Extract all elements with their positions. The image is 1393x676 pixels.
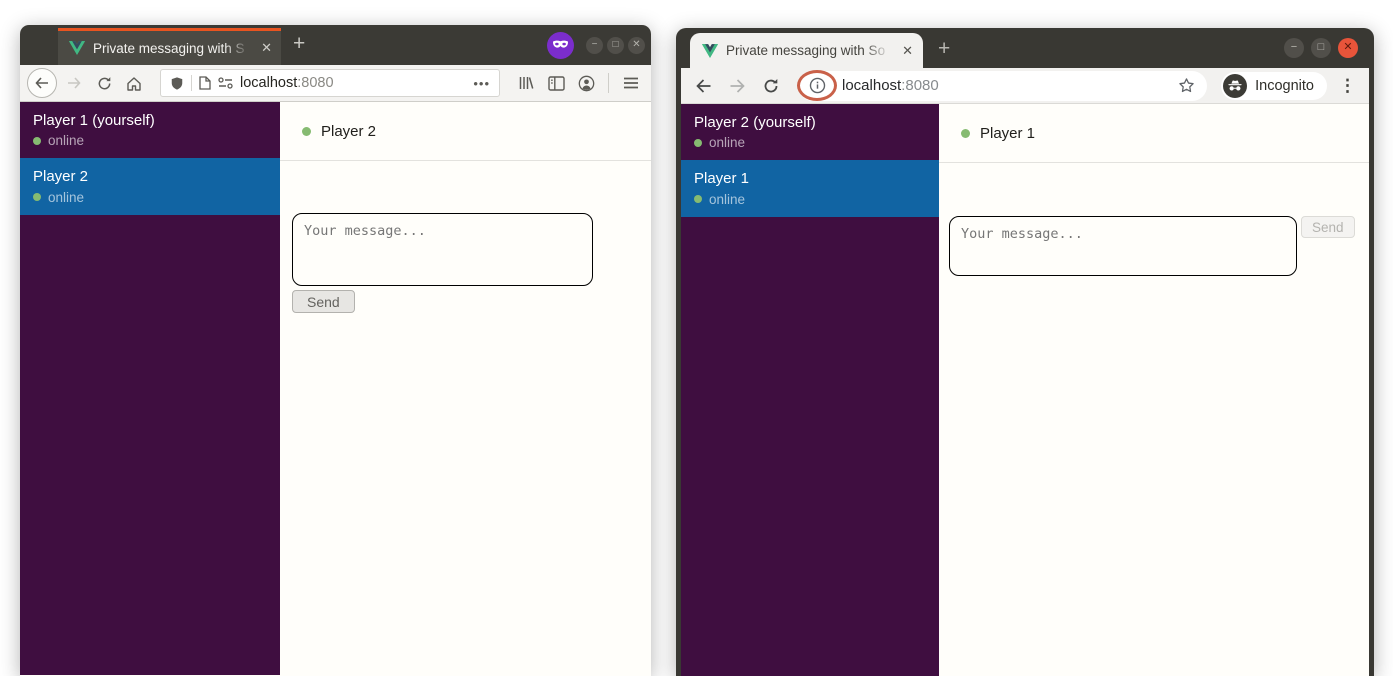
tab-close-icon[interactable]: ✕ — [902, 43, 913, 59]
forward-button[interactable] — [61, 70, 87, 96]
bookmark-star-icon[interactable] — [1178, 77, 1195, 94]
user-name: Player 2 — [33, 167, 267, 187]
message-input[interactable] — [292, 213, 593, 286]
user-name: Player 1 (yourself) — [33, 111, 267, 131]
user-item-self[interactable]: Player 2 (yourself) online — [681, 104, 939, 160]
peer-name: Player 1 — [980, 125, 1035, 142]
shield-icon[interactable] — [170, 76, 184, 91]
incognito-icon — [1223, 74, 1247, 98]
chrome-active-tab[interactable]: Private messaging with So ✕ — [690, 33, 923, 68]
page-info-icon[interactable] — [199, 76, 211, 90]
minimize-button[interactable]: − — [586, 37, 603, 54]
url-bar[interactable]: localhost:8080 — [798, 71, 1207, 101]
user-item-selected[interactable]: Player 2 online — [20, 158, 280, 214]
chat-panel: Player 2 Send — [280, 102, 651, 675]
app-content: Player 1 (yourself) online Player 2 onli… — [20, 102, 651, 675]
kebab-menu-icon[interactable]: ⋮ — [1335, 76, 1360, 96]
message-input[interactable] — [949, 216, 1297, 276]
reload-button[interactable] — [758, 73, 784, 99]
user-status: online — [709, 192, 745, 207]
user-status: online — [48, 133, 84, 148]
hamburger-menu-icon[interactable] — [618, 70, 644, 96]
user-status: online — [48, 190, 84, 205]
library-icon[interactable] — [513, 70, 539, 96]
incognito-label: Incognito — [1255, 78, 1314, 94]
account-icon[interactable] — [573, 70, 599, 96]
private-browsing-mask-icon — [547, 32, 574, 59]
app-content: Player 2 (yourself) online Player 1 onli… — [681, 104, 1369, 676]
firefox-toolbar: localhost:8080 ••• — [20, 65, 651, 102]
reload-button[interactable] — [91, 70, 117, 96]
user-name: Player 2 (yourself) — [694, 113, 926, 133]
vue-favicon-icon — [69, 41, 85, 55]
user-status: online — [709, 135, 745, 150]
chat-main: Send — [280, 161, 651, 675]
maximize-button[interactable]: □ — [607, 37, 624, 54]
peer-name: Player 2 — [321, 123, 376, 140]
home-button[interactable] — [121, 70, 147, 96]
user-item-selected[interactable]: Player 1 online — [681, 160, 939, 216]
page-info-icon[interactable] — [806, 75, 828, 97]
firefox-titlebar: Private messaging with S ✕ + − □ ✕ — [20, 25, 651, 65]
user-name: Player 1 — [694, 169, 926, 189]
chat-header: Player 1 — [939, 104, 1369, 163]
chrome-toolbar: localhost:8080 Incognito ⋮ — [681, 68, 1369, 104]
firefox-window: Private messaging with S ✕ + − □ ✕ — [20, 25, 651, 676]
chrome-window: Private messaging with So ✕ + − □ ✕ loca… — [676, 28, 1374, 676]
maximize-button[interactable]: □ — [1311, 38, 1331, 58]
tab-title: Private messaging with S — [93, 41, 253, 56]
online-dot-icon — [33, 137, 41, 145]
chrome-window-controls: − □ ✕ — [1284, 28, 1358, 68]
users-sidebar: Player 2 (yourself) online Player 1 onli… — [681, 104, 939, 676]
chrome-titlebar: Private messaging with So ✕ + − □ ✕ — [676, 28, 1374, 68]
firefox-window-controls: − □ ✕ — [547, 25, 645, 65]
chat-main: Send — [939, 163, 1369, 676]
minimize-button[interactable]: − — [1284, 38, 1304, 58]
firefox-active-tab[interactable]: Private messaging with S ✕ — [58, 28, 281, 65]
forward-button[interactable] — [724, 73, 750, 99]
divider — [608, 73, 609, 93]
send-button[interactable]: Send — [292, 290, 355, 313]
permissions-icon[interactable] — [218, 77, 233, 89]
users-sidebar: Player 1 (yourself) online Player 2 onli… — [20, 102, 280, 675]
chat-header: Player 2 — [280, 102, 651, 161]
url-text[interactable]: localhost:8080 — [842, 77, 939, 94]
close-button[interactable]: ✕ — [628, 37, 645, 54]
back-button[interactable] — [27, 68, 57, 98]
close-button[interactable]: ✕ — [1338, 38, 1358, 58]
incognito-badge: Incognito — [1221, 72, 1327, 100]
sidebar-toggle-icon[interactable] — [543, 70, 569, 96]
new-tab-button[interactable]: + — [938, 37, 950, 61]
chat-panel: Player 1 Send — [939, 104, 1369, 676]
online-dot-icon — [694, 139, 702, 147]
online-dot-icon — [694, 195, 702, 203]
online-dot-icon — [33, 193, 41, 201]
new-tab-button[interactable]: + — [293, 32, 305, 56]
user-item-self[interactable]: Player 1 (yourself) online — [20, 102, 280, 158]
tab-close-icon[interactable]: ✕ — [261, 40, 272, 56]
send-button[interactable]: Send — [1301, 216, 1355, 238]
online-dot-icon — [302, 127, 311, 136]
page-actions-icon[interactable]: ••• — [473, 76, 490, 91]
back-button[interactable] — [690, 73, 716, 99]
online-dot-icon — [961, 129, 970, 138]
divider — [191, 75, 192, 91]
url-bar[interactable]: localhost:8080 ••• — [160, 69, 500, 97]
url-text[interactable]: localhost:8080 — [240, 75, 334, 91]
vue-favicon-icon — [702, 44, 718, 58]
tab-title: Private messaging with So — [726, 43, 894, 58]
